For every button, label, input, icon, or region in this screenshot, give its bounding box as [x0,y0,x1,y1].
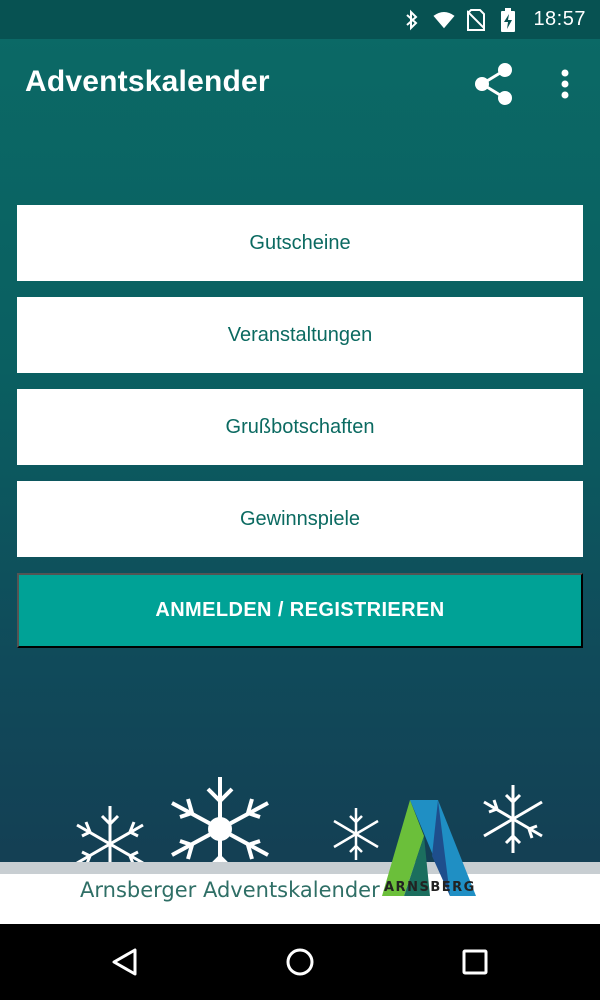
system-nav-bar [0,924,600,1000]
grussbotschaften-button[interactable]: Grußbotschaften [17,389,583,465]
home-button[interactable] [280,942,320,982]
gutscheine-button[interactable]: Gutscheine [17,205,583,281]
bluetooth-icon [401,9,423,31]
veranstaltungen-button[interactable]: Veranstaltungen [17,297,583,373]
status-clock: 18:57 [533,8,586,30]
logo-wordmark: ARNSBERG [384,880,476,895]
recents-icon [462,949,488,975]
app-bar: Adventskalender [0,39,600,129]
app-screen: 18:57 Adventskalender Gutscheine Veranst… [0,0,600,924]
share-button[interactable] [472,61,516,107]
gewinnspiele-button[interactable]: Gewinnspiele [17,481,583,557]
home-icon [286,948,314,976]
more-vert-icon [561,69,569,99]
snowflake-icon [333,808,379,860]
no-sim-icon [465,8,487,31]
status-bar: 18:57 [0,0,600,39]
more-options-button[interactable] [548,61,582,107]
snowflake-icon [483,785,543,853]
battery-charging-icon [497,7,519,32]
recents-button[interactable] [455,942,495,982]
wifi-icon [433,9,455,31]
login-register-button[interactable]: ANMELDEN / REGISTRIEREN [17,573,583,648]
share-icon [475,63,512,105]
footer-title: Arnsberger Adventskalender [80,878,380,902]
app-title: Adventskalender [25,65,270,98]
back-icon [112,948,137,976]
footer-banner: Arnsberger Adventskalender ARNSBERG [0,772,600,924]
back-button[interactable] [105,942,145,982]
